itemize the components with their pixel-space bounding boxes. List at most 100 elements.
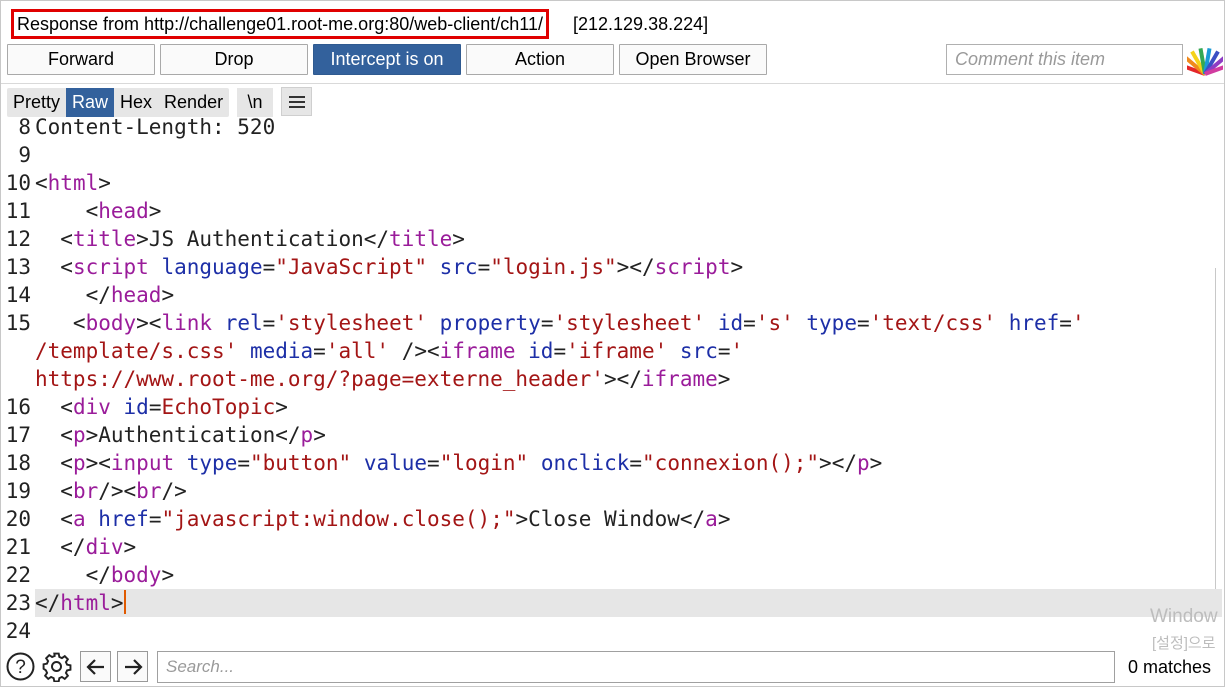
code-token: "login": [439, 451, 529, 475]
code-token: div: [85, 535, 124, 559]
search-input[interactable]: Search...: [157, 651, 1115, 683]
code-token: br: [136, 479, 162, 503]
code-line: 16 <div id=EchoTopic>: [1, 393, 1222, 421]
code-text: </html>: [35, 589, 126, 617]
code-token: /><: [389, 339, 440, 363]
tab-pretty[interactable]: Pretty: [7, 88, 66, 117]
menu-icon[interactable]: [281, 87, 312, 116]
tab-render[interactable]: Render: [158, 88, 229, 117]
tab-hex[interactable]: Hex: [114, 88, 158, 117]
code-token: <: [35, 395, 73, 419]
code-token: html: [60, 591, 111, 615]
highlight-color-icon[interactable]: [1179, 44, 1225, 76]
code-token: </: [35, 591, 61, 615]
code-token: </: [35, 535, 86, 559]
code-line: 14 </head>: [1, 281, 1222, 309]
code-token: =: [629, 451, 643, 475]
code-line: 19 <br/><br/>: [1, 477, 1222, 505]
code-token: >: [313, 423, 326, 447]
match-count: 0 matches: [1128, 657, 1212, 677]
line-number: 14: [5, 283, 31, 307]
drop-button[interactable]: Drop: [160, 44, 308, 75]
code-line: 23 </html>: [1, 589, 1222, 617]
line-number: 18: [5, 451, 31, 475]
code-token: ><: [136, 311, 162, 335]
code-line: 15 <body><link rel='stylesheet' property…: [1, 309, 1222, 337]
code-token: >: [110, 591, 124, 615]
line-number: 17: [5, 423, 31, 447]
code-line: 13 <script language="JavaScript" src="lo…: [1, 253, 1222, 281]
code-token: >: [275, 395, 288, 419]
help-icon[interactable]: ?: [5, 651, 36, 682]
code-line: 20 <a href="javascript:window.close();">…: [1, 505, 1222, 533]
code-token: div: [72, 395, 111, 419]
code-token: </: [35, 563, 111, 587]
code-token: <: [35, 227, 73, 251]
action-button[interactable]: Action: [466, 44, 614, 75]
code-token: br: [72, 479, 99, 503]
code-token: =: [148, 507, 162, 531]
next-match-button[interactable]: [117, 651, 148, 682]
line-number: 22: [5, 563, 31, 587]
code-text: </body>: [35, 561, 175, 589]
code-line: 21 </div>: [1, 533, 1222, 561]
code-token: ': [730, 339, 744, 363]
code-token: id: [528, 339, 554, 363]
line-number: 10: [5, 171, 31, 195]
code-line: 24: [1, 617, 1222, 645]
line-number: 15: [5, 311, 31, 335]
code-token: script: [654, 255, 731, 279]
message-editor[interactable]: 8 Content-Length: 520 9 10 <html> 11 <head> 12…: [1, 118, 1222, 646]
code-token: "JavaScript": [275, 255, 427, 279]
forward-button[interactable]: Forward: [7, 44, 155, 75]
intercept-toggle-button[interactable]: Intercept is on: [313, 44, 461, 75]
code-token: p: [72, 423, 86, 447]
comment-input[interactable]: Comment this item: [946, 44, 1183, 75]
code-token: <: [35, 255, 73, 279]
line-number: 8: [18, 118, 31, 139]
code-text: <a href="javascript:window.close();">Clo…: [35, 505, 730, 533]
code-token: 'stylesheet': [553, 311, 706, 335]
previous-match-button[interactable]: [80, 651, 111, 682]
code-token: 'text/css': [869, 311, 997, 335]
code-token: 'stylesheet': [275, 311, 427, 335]
open-browser-button[interactable]: Open Browser: [619, 44, 767, 75]
code-token: >: [123, 535, 137, 559]
newline-toggle[interactable]: \n: [237, 88, 273, 117]
code-token: >Authentication</: [85, 423, 301, 447]
code-line: 12 <title>JS Authentication</title>: [1, 225, 1222, 253]
code-text: /template/s.css' media='all' /><iframe i…: [35, 337, 743, 365]
line-number: 21: [5, 535, 31, 559]
code-token: link: [161, 311, 213, 335]
code-token: a: [705, 507, 718, 531]
code-token: ': [1071, 311, 1085, 335]
gear-icon[interactable]: [41, 651, 72, 682]
code-token: <: [35, 423, 73, 447]
code-token: =: [313, 339, 326, 363]
code-token: ></: [603, 367, 642, 391]
code-token: href: [98, 507, 149, 531]
code-token: /template/s.css': [35, 339, 238, 363]
code-token: "connexion();": [642, 451, 820, 475]
tab-raw[interactable]: Raw: [66, 88, 115, 117]
text-caret: [123, 590, 126, 614]
code-text: <head>: [35, 197, 162, 225]
code-token: /><: [98, 479, 137, 503]
line-number: 24: [5, 619, 31, 643]
code-token: Content-Length: 520: [35, 118, 276, 139]
code-line: 8 Content-Length: 520: [1, 118, 1222, 141]
code-token: =: [148, 395, 162, 419]
code-token: iframe: [439, 339, 516, 363]
code-token: />: [161, 479, 187, 503]
code-token: <: [35, 507, 73, 531]
code-token: <: [35, 479, 73, 503]
code-line: 11 <head>: [1, 197, 1222, 225]
